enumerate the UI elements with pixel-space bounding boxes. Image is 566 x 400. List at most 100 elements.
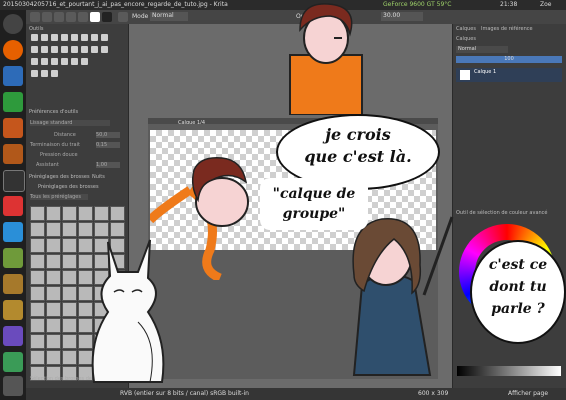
krita-icon[interactable] xyxy=(3,326,23,346)
text-tool-icon[interactable] xyxy=(101,34,108,41)
pan-tool-icon[interactable] xyxy=(81,58,88,65)
brush-preset[interactable] xyxy=(46,334,61,349)
clock[interactable]: 21:38 xyxy=(500,1,517,8)
brush-preset[interactable] xyxy=(94,206,109,221)
stroke-end-field[interactable]: 0,15 xyxy=(96,142,120,148)
calc-icon[interactable] xyxy=(3,92,23,112)
brush-preset[interactable] xyxy=(78,206,93,221)
zoom-tool-icon[interactable] xyxy=(71,58,78,65)
brush-preset[interactable] xyxy=(62,254,77,269)
crop-tool-icon[interactable] xyxy=(51,46,58,53)
brush-preset[interactable] xyxy=(46,254,61,269)
presets-tab[interactable]: Préréglages des brosses xyxy=(29,174,90,180)
polygon-tool-icon[interactable] xyxy=(81,34,88,41)
app-icon-2[interactable] xyxy=(3,300,23,320)
transform-tool-icon[interactable] xyxy=(41,46,48,53)
ellipse-select-icon[interactable] xyxy=(41,58,48,65)
brush-preset[interactable] xyxy=(46,302,61,317)
brush-preset[interactable] xyxy=(30,222,45,237)
brush-preset[interactable] xyxy=(46,222,61,237)
select-tool-icon[interactable] xyxy=(31,34,38,41)
brush-preset[interactable] xyxy=(62,302,77,317)
app-icon[interactable] xyxy=(3,274,23,294)
move-tool-icon[interactable] xyxy=(31,46,38,53)
brush-preset[interactable] xyxy=(30,286,45,301)
lasso-select-icon[interactable] xyxy=(51,58,58,65)
distance-field[interactable]: 50,0 xyxy=(96,132,120,138)
layer-row[interactable]: Calque 1 xyxy=(456,68,562,82)
brush-preset[interactable] xyxy=(62,334,77,349)
brush-preset[interactable] xyxy=(62,238,77,253)
layer-name[interactable]: Calque 1 xyxy=(474,69,496,75)
brush-preset[interactable] xyxy=(30,350,45,365)
redo-icon[interactable] xyxy=(78,12,88,22)
brush-preset[interactable] xyxy=(30,270,45,285)
pattern-icon[interactable] xyxy=(102,12,112,22)
assistant-field[interactable]: 1,00 xyxy=(96,162,120,168)
open-file-icon[interactable] xyxy=(42,12,52,22)
measure-tool-icon[interactable] xyxy=(101,46,108,53)
value-slider[interactable] xyxy=(457,366,561,376)
dash-icon[interactable] xyxy=(3,14,23,34)
brush-preset[interactable] xyxy=(62,286,77,301)
brush-preset[interactable] xyxy=(30,334,45,349)
user-name[interactable]: Zoe xyxy=(540,1,551,8)
similar-select-icon[interactable] xyxy=(41,70,48,77)
tab-reference-images[interactable]: Images de référence xyxy=(481,26,533,32)
files-icon[interactable] xyxy=(3,144,23,164)
brush-preset[interactable] xyxy=(30,206,45,221)
brush-preset[interactable] xyxy=(62,318,77,333)
new-file-icon[interactable] xyxy=(30,12,40,22)
gimp-icon[interactable] xyxy=(3,248,23,268)
zoom-select[interactable]: Afficher page xyxy=(508,390,548,397)
brush-preset[interactable] xyxy=(30,302,45,317)
brush-preset[interactable] xyxy=(62,206,77,221)
terminal-icon[interactable] xyxy=(3,170,25,192)
magic-wand-icon[interactable] xyxy=(61,58,68,65)
brush-preset[interactable] xyxy=(46,270,61,285)
contiguous-select-icon[interactable] xyxy=(31,70,38,77)
brush-preset[interactable] xyxy=(46,238,61,253)
skype-icon[interactable] xyxy=(3,222,23,242)
path-tool-icon[interactable] xyxy=(91,34,98,41)
firefox-icon[interactable] xyxy=(3,40,23,60)
blend-mode-select[interactable]: Normal xyxy=(150,12,188,21)
brush-preset[interactable] xyxy=(30,318,45,333)
rect-tool-icon[interactable] xyxy=(61,34,68,41)
rect-select-icon[interactable] xyxy=(31,58,38,65)
brush-preset[interactable] xyxy=(46,318,61,333)
brush-preset[interactable] xyxy=(46,286,61,301)
gradient-icon[interactable] xyxy=(90,12,100,22)
writer-icon[interactable] xyxy=(3,66,23,86)
impress-icon[interactable] xyxy=(3,118,23,138)
presets-filter-select[interactable]: Tous les préréglages xyxy=(30,194,88,200)
undo-icon[interactable] xyxy=(66,12,76,22)
app-icon-3[interactable] xyxy=(3,352,23,372)
trash-icon[interactable] xyxy=(3,376,23,396)
brush-preset[interactable] xyxy=(30,254,45,269)
brush-tool-icon[interactable] xyxy=(41,34,48,41)
software-center-icon[interactable] xyxy=(3,196,23,216)
nights-tab[interactable]: Nuits xyxy=(92,174,105,180)
picker-tool-icon[interactable] xyxy=(81,46,88,53)
brush-preset[interactable] xyxy=(46,350,61,365)
layer-opacity-slider[interactable]: 100 xyxy=(456,56,562,63)
assistant-tool-icon[interactable] xyxy=(91,46,98,53)
smoothing-select[interactable]: Lissage standard xyxy=(30,120,110,126)
brush-preset[interactable] xyxy=(62,270,77,285)
brush-preset[interactable] xyxy=(62,350,77,365)
gradient-tool-icon[interactable] xyxy=(61,46,68,53)
save-icon[interactable] xyxy=(54,12,64,22)
brush-preset[interactable] xyxy=(30,238,45,253)
fill-tool-icon[interactable] xyxy=(71,46,78,53)
line-tool-icon[interactable] xyxy=(51,34,58,41)
size-slider[interactable]: 30.00 xyxy=(381,12,423,21)
brush-preset[interactable] xyxy=(62,222,77,237)
brush-preset-icon[interactable] xyxy=(118,12,128,22)
bezier-select-icon[interactable] xyxy=(51,70,58,77)
layer-blend-mode-select[interactable]: Normal xyxy=(456,46,508,53)
tab-layers[interactable]: Calques xyxy=(456,26,476,32)
brush-preset[interactable] xyxy=(110,206,125,221)
soft-pressure-checkbox[interactable]: Pression douce xyxy=(40,152,78,158)
ellipse-tool-icon[interactable] xyxy=(71,34,78,41)
